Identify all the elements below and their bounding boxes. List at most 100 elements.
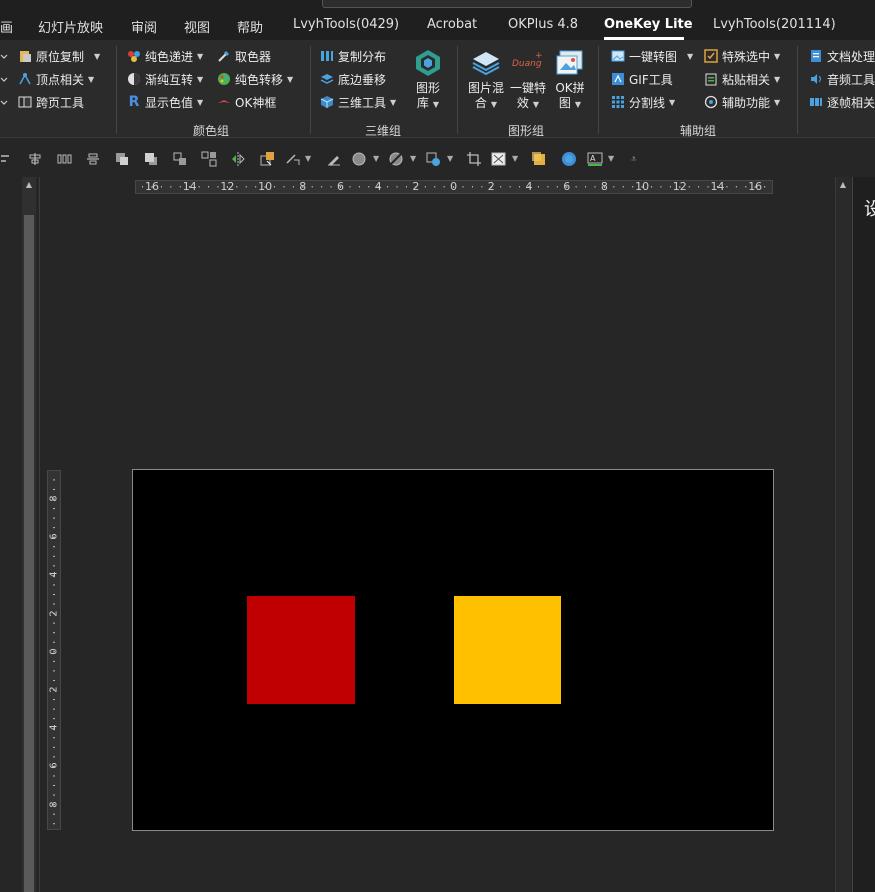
red-square[interactable] bbox=[247, 596, 355, 704]
tab-okplus[interactable]: OKPlus 4.8 bbox=[508, 17, 578, 32]
no-fill-icon[interactable] bbox=[388, 151, 404, 167]
palette-icon bbox=[218, 73, 230, 85]
divider-line-label: 分割线 bbox=[629, 95, 666, 110]
chevron-down-icon[interactable]: ▼ bbox=[512, 154, 518, 163]
gif-icon bbox=[612, 73, 624, 85]
assist-functions-button[interactable]: 辅助功能 ▼ bbox=[704, 92, 780, 112]
frames-icon bbox=[810, 98, 822, 106]
tab-acrobat[interactable]: Acrobat bbox=[427, 17, 477, 32]
image-replace-icon[interactable] bbox=[491, 151, 507, 167]
one-click-effect-label-2: 效 bbox=[516, 96, 529, 110]
ok-collage-button[interactable]: OK拼 图 ▼ bbox=[552, 48, 588, 112]
vertical-ruler[interactable]: 8 6 4 2 0 2 4 6 8 bbox=[47, 470, 61, 830]
chevron-down-icon[interactable]: ▼ bbox=[447, 154, 453, 163]
one-click-to-image-button[interactable]: 一键转图 ▼ bbox=[611, 46, 693, 66]
solid-gradient-button[interactable]: 纯色递进 ▼ bbox=[127, 46, 203, 66]
cross-page-button[interactable]: 跨页工具 bbox=[0, 92, 84, 112]
audio-tools-button[interactable]: 音频工具 bbox=[809, 69, 875, 89]
one-click-effect-button[interactable]: Duang + 一键特 效 ▼ bbox=[508, 48, 548, 112]
chevron-down-icon bbox=[0, 77, 8, 82]
cross-page-label: 跨页工具 bbox=[36, 95, 85, 110]
tab-slideshow[interactable]: 幻灯片放映 bbox=[38, 17, 103, 36]
ok-collage-label-2: 图 bbox=[558, 96, 571, 110]
crop-icon[interactable] bbox=[466, 151, 482, 167]
document-process-button[interactable]: 文档处理 bbox=[809, 46, 875, 66]
copy-distribute-button[interactable]: 复制分布 bbox=[320, 46, 386, 66]
gradient-convert-button[interactable]: 渐纯互转 ▼ bbox=[127, 69, 203, 89]
search-box[interactable] bbox=[322, 0, 692, 8]
ruler-number: 6 bbox=[48, 762, 60, 770]
color-picker-button[interactable]: 取色器 bbox=[217, 46, 271, 66]
ruler-number: 4 bbox=[374, 180, 382, 193]
ruler-number: 8 bbox=[600, 180, 608, 193]
bottom-shift-button[interactable]: 底边垂移 bbox=[320, 69, 386, 89]
tab-draw[interactable]: 画 bbox=[0, 17, 13, 36]
chevron-down-icon[interactable]: ▼ bbox=[373, 154, 379, 163]
editor-scrollbar[interactable] bbox=[835, 177, 851, 892]
group-separator bbox=[598, 46, 599, 134]
paste-related-button[interactable]: 粘贴相关 ▼ bbox=[704, 69, 780, 89]
chevron-down-icon[interactable]: ▼ bbox=[305, 154, 311, 163]
ruler-number: 14 bbox=[182, 180, 197, 193]
speaker-icon bbox=[811, 74, 821, 84]
align-middle-icon[interactable] bbox=[85, 151, 101, 167]
chevron-down-icon: ▼ bbox=[774, 97, 781, 107]
image-convert-icon bbox=[611, 50, 625, 62]
frame-by-frame-button[interactable]: 逐帧相关 bbox=[809, 92, 875, 112]
color-picker-label: 取色器 bbox=[235, 49, 272, 64]
collage-icon bbox=[556, 50, 583, 75]
align-left-icon[interactable] bbox=[0, 151, 12, 167]
fill-color-icon[interactable] bbox=[531, 151, 547, 167]
scrollbar-thumb[interactable] bbox=[24, 215, 34, 892]
color-transfer-button[interactable]: 纯色转移 ▼ bbox=[217, 69, 293, 89]
tab-help[interactable]: 帮助 bbox=[237, 17, 263, 36]
original-copy-button[interactable]: 原位复制 ▼ bbox=[0, 46, 100, 66]
pen-eraser-icon[interactable] bbox=[326, 151, 342, 167]
image-blend-button[interactable]: 图片混 合 ▼ bbox=[466, 48, 506, 112]
chevron-down-icon[interactable]: ▼ bbox=[608, 154, 614, 163]
ungroup-icon[interactable] bbox=[201, 151, 217, 167]
horizontal-ruler[interactable]: 16 14 12 10 8 6 4 2 0 2 4 6 8 10 12 14 16 bbox=[135, 180, 773, 194]
text-effect-icon[interactable]: A bbox=[587, 151, 603, 167]
crop-select-icon[interactable] bbox=[259, 151, 275, 167]
ok-frame-button[interactable]: OK神框 bbox=[217, 92, 276, 112]
assist-functions-label: 辅助功能 bbox=[722, 95, 771, 110]
ruler-number: 4 bbox=[48, 571, 60, 579]
distribute-horizontal-icon[interactable] bbox=[56, 151, 72, 167]
show-color-value-button[interactable]: R 显示色值 ▼ bbox=[127, 92, 204, 112]
tab-lvyhtools-201114[interactable]: LvyhTools(201114) bbox=[713, 17, 836, 32]
panel-divider[interactable] bbox=[39, 177, 40, 892]
hexagon-icon bbox=[416, 50, 440, 76]
send-backward-icon[interactable] bbox=[143, 151, 159, 167]
divider-line-button[interactable]: 分割线 ▼ bbox=[611, 92, 675, 112]
tab-view[interactable]: 视图 bbox=[184, 17, 210, 36]
customize-toolbar-icon[interactable]: ⩡ bbox=[631, 154, 637, 165]
chevron-down-icon[interactable]: ▼ bbox=[410, 154, 416, 163]
circle-tool-icon[interactable] bbox=[561, 151, 577, 167]
edit-points-icon[interactable] bbox=[285, 151, 301, 167]
ruler-number: 6 bbox=[337, 180, 344, 193]
scroll-up-icon[interactable]: ▲ bbox=[24, 180, 34, 190]
shape-outline-icon[interactable] bbox=[425, 151, 441, 167]
color-dots-icon bbox=[128, 51, 140, 62]
3d-tools-button[interactable]: 三维工具 ▼ bbox=[320, 92, 396, 112]
tab-lvyhtools-0429[interactable]: LvyhTools(0429) bbox=[293, 17, 399, 32]
flip-icon[interactable] bbox=[230, 151, 246, 167]
group-icon[interactable] bbox=[172, 151, 188, 167]
chevron-down-icon: ▼ bbox=[687, 51, 694, 61]
chevron-down-icon: ▼ bbox=[390, 97, 397, 107]
shape-fill-icon[interactable] bbox=[351, 151, 367, 167]
slide-canvas[interactable] bbox=[132, 469, 774, 831]
tab-review[interactable]: 审阅 bbox=[131, 17, 157, 36]
special-select-button[interactable]: 特殊选中 ▼ bbox=[704, 46, 780, 66]
tab-onekey-lite[interactable]: OneKey Lite bbox=[604, 17, 693, 32]
shape-group-label: 图形组 bbox=[508, 124, 545, 138]
scroll-up-icon[interactable]: ▲ bbox=[838, 180, 848, 190]
align-center-icon[interactable] bbox=[27, 151, 43, 167]
vertex-button[interactable]: 顶点相关 ▼ bbox=[0, 69, 94, 89]
shape-library-button[interactable]: 图形 库 ▼ bbox=[410, 48, 446, 112]
ruler-number: 10 bbox=[635, 180, 650, 193]
yellow-square[interactable] bbox=[454, 596, 561, 704]
bring-forward-icon[interactable] bbox=[114, 151, 130, 167]
gif-tools-button[interactable]: GIF工具 bbox=[611, 69, 673, 89]
